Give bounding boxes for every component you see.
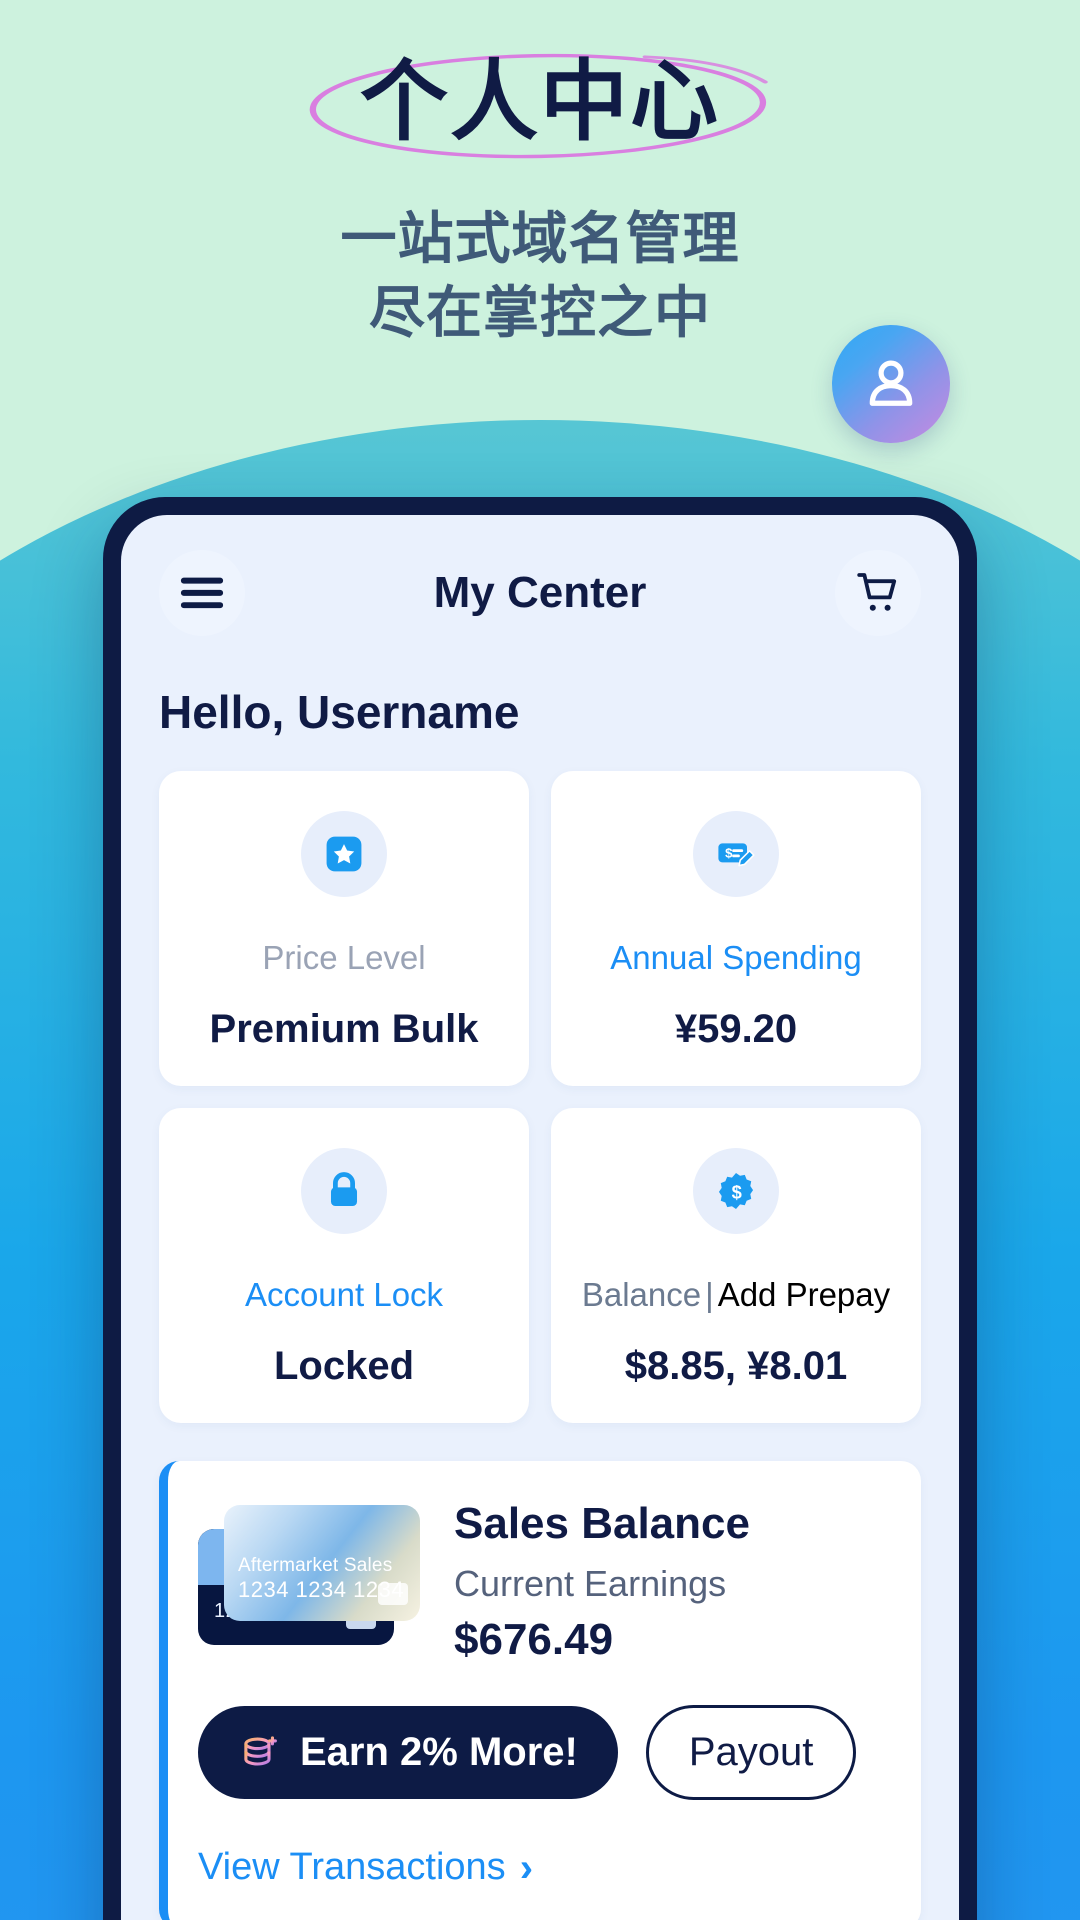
cart-button[interactable]	[835, 550, 921, 636]
payout-button[interactable]: Payout	[645, 1705, 857, 1800]
stat-label-balance-prefix: Balance	[581, 1276, 702, 1313]
sales-balance-card: 1234 1234 1234 Aftermarket Sales 1234 12…	[159, 1461, 921, 1920]
svg-text:$: $	[732, 1181, 742, 1202]
hero-title-group: 个人中心	[298, 50, 782, 164]
stat-value-balance: $8.85, ¥8.01	[624, 1344, 848, 1388]
invoice-edit-icon-wrap: $	[693, 811, 779, 897]
stat-label-account-lock[interactable]: Account Lock	[245, 1276, 443, 1314]
stat-label-add-prepay-link[interactable]: Add Prepay	[718, 1276, 890, 1313]
stat-label-balance: Balance | Add Prepay	[582, 1276, 890, 1314]
stat-value-account-lock: Locked	[273, 1344, 415, 1388]
svg-text:$: $	[725, 845, 733, 860]
invoice-edit-icon: $	[718, 843, 755, 867]
person-icon	[869, 360, 913, 406]
coins-icon	[244, 1735, 277, 1766]
phone-frame: My Center Hello, Username Price Level Pr…	[103, 497, 977, 1920]
app-bar: My Center	[159, 545, 921, 641]
current-earnings-label: Current Earnings	[454, 1563, 727, 1604]
sales-balance-title: Sales Balance	[454, 1499, 750, 1548]
lock-icon-wrap	[301, 1148, 387, 1234]
stat-label-price-level: Price Level	[262, 939, 426, 976]
stat-card-annual-spending[interactable]: $ Annual Spending ¥59.20	[551, 771, 921, 1086]
stat-card-account-lock[interactable]: Account Lock Locked	[159, 1108, 529, 1423]
phone-screen: My Center Hello, Username Price Level Pr…	[121, 515, 959, 1920]
stat-card-balance[interactable]: $ Balance | Add Prepay $8.85, ¥8.01	[551, 1108, 921, 1423]
hero-subtitle: 一站式域名管理 尽在掌控之中	[0, 202, 1080, 350]
dollar-badge-icon: $	[718, 1173, 754, 1209]
stat-card-price-level[interactable]: Price Level Premium Bulk	[159, 771, 529, 1086]
earn-more-button[interactable]: Earn 2% More!	[198, 1706, 618, 1799]
hero-subtitle-line-1: 一站式域名管理	[340, 207, 740, 271]
lock-icon	[330, 1172, 358, 1207]
star-badge-icon	[326, 836, 362, 872]
stat-value-price-level: Premium Bulk	[209, 1007, 479, 1051]
chevron-right-icon: ›	[519, 1845, 534, 1890]
app-bar-title: My Center	[433, 568, 647, 617]
credit-card-front-brand: Aftermarket Sales	[238, 1555, 393, 1576]
stat-label-annual-spending[interactable]: Annual Spending	[610, 939, 861, 977]
current-earnings-amount: $676.49	[454, 1615, 614, 1664]
hamburger-menu-icon	[180, 577, 224, 609]
credit-card-front: Aftermarket Sales 1234 1234 1234	[224, 1505, 420, 1621]
stat-label-balance-separator: |	[705, 1276, 714, 1313]
star-badge-icon-wrap	[301, 811, 387, 897]
avatar[interactable]	[832, 325, 950, 443]
view-transactions-link[interactable]: View Transactions ›	[198, 1846, 887, 1889]
credit-card-front-chip-icon	[378, 1583, 408, 1605]
credit-card-back-edge	[198, 1529, 224, 1585]
earn-more-button-label: Earn 2% More!	[300, 1730, 578, 1774]
stat-value-annual-spending: ¥59.20	[674, 1007, 798, 1051]
dollar-badge-icon-wrap: $	[693, 1148, 779, 1234]
page-root: 个人中心 一站式域名管理 尽在掌控之中 My Center Hello, Use…	[0, 0, 1080, 1920]
shopping-cart-icon	[857, 573, 897, 611]
stats-grid: Price Level Premium Bulk $ Annual Spendi…	[159, 771, 921, 1423]
greeting-text: Hello, Username	[159, 686, 520, 738]
menu-button[interactable]	[159, 550, 245, 636]
sales-action-row: Earn 2% More! Payout	[198, 1705, 887, 1800]
hero-section: 个人中心 一站式域名管理 尽在掌控之中	[0, 0, 1080, 350]
view-transactions-label: View Transactions	[198, 1846, 506, 1888]
page-title: 个人中心	[359, 52, 720, 151]
credit-cards-illustration: 1234 1234 1234 Aftermarket Sales 1234 12…	[198, 1495, 428, 1645]
